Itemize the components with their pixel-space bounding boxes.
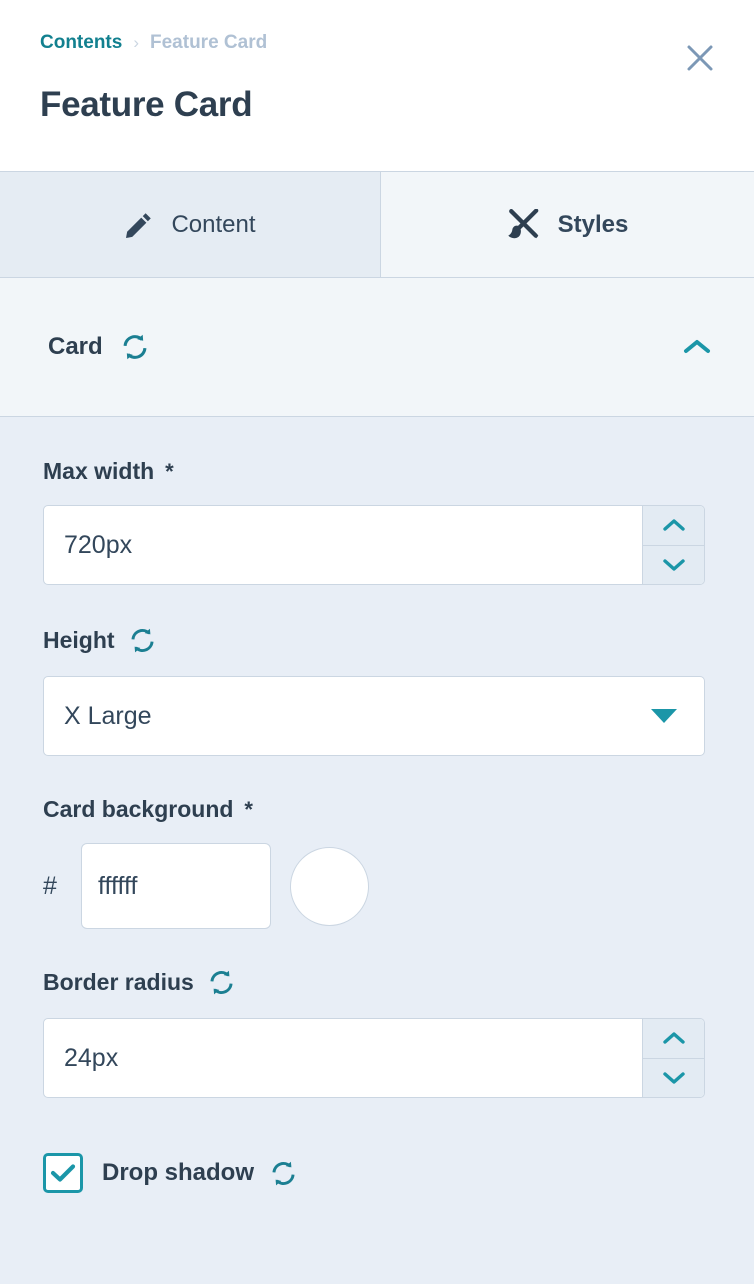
field-max-width: Max width * <box>43 417 711 585</box>
pencil-icon <box>126 212 152 238</box>
max-width-decrement-button[interactable] <box>643 546 704 585</box>
field-max-width-label: Max width * <box>43 460 711 483</box>
section-title: Card <box>48 333 103 360</box>
tab-styles[interactable]: Styles <box>381 172 754 277</box>
chevron-up-icon <box>662 519 685 531</box>
drop-shadow-label: Drop shadow <box>102 1159 255 1186</box>
chevron-up-icon <box>684 340 710 353</box>
field-height: Height X Large <box>43 585 711 756</box>
border-radius-decrement-button[interactable] <box>643 1059 704 1098</box>
field-card-background-label-text: Card background <box>43 796 234 822</box>
section-body-card: Max width * Height <box>0 417 754 1193</box>
field-height-label-text: Height <box>43 627 115 653</box>
page-title: Feature Card <box>40 85 253 124</box>
refresh-icon <box>123 334 147 360</box>
card-background-color-swatch[interactable] <box>290 846 369 926</box>
border-radius-reset-button[interactable] <box>208 969 235 996</box>
field-card-background: Card background * # <box>43 756 711 929</box>
section-reset-button[interactable] <box>121 333 149 361</box>
card-background-input-group: # <box>43 843 711 929</box>
height-select[interactable]: X Large <box>43 676 705 756</box>
refresh-icon <box>272 1161 295 1185</box>
drop-shadow-reset-button[interactable] <box>270 1160 297 1187</box>
checkmark-icon <box>50 1164 76 1182</box>
close-button[interactable] <box>680 38 720 78</box>
field-drop-shadow: Drop shadow <box>43 1153 711 1193</box>
close-icon <box>687 45 713 71</box>
field-max-width-label-text: Max width <box>43 458 155 484</box>
height-reset-button[interactable] <box>129 627 156 654</box>
hex-prefix: # <box>43 871 57 900</box>
field-border-radius-label: Border radius <box>43 969 711 996</box>
breadcrumb: Contents › Feature Card <box>40 30 714 54</box>
max-width-stepper <box>642 506 704 584</box>
field-card-background-label: Card background * <box>43 798 711 821</box>
height-select-value: X Large <box>64 701 152 730</box>
field-border-radius: Border radius <box>43 929 711 1098</box>
refresh-icon <box>131 628 154 653</box>
border-radius-input[interactable] <box>44 1019 642 1097</box>
tab-content[interactable]: Content <box>0 172 381 277</box>
field-border-radius-label-text: Border radius <box>43 969 194 995</box>
required-marker: * <box>165 458 174 484</box>
field-height-label: Height <box>43 627 711 654</box>
chevron-up-icon <box>662 1032 685 1044</box>
border-radius-increment-button[interactable] <box>643 1019 704 1059</box>
tab-styles-label: Styles <box>557 210 629 238</box>
drop-shadow-checkbox[interactable] <box>43 1153 83 1193</box>
max-width-input-group <box>43 505 705 585</box>
chevron-down-icon <box>662 559 685 571</box>
border-radius-input-group <box>43 1018 705 1098</box>
section-header-card[interactable]: Card <box>0 278 754 417</box>
required-marker: * <box>244 796 253 822</box>
panel-header: Contents › Feature Card Feature Card <box>0 0 754 171</box>
breadcrumb-current: Feature Card <box>150 31 268 53</box>
breadcrumb-separator-icon: › <box>133 32 139 52</box>
max-width-increment-button[interactable] <box>643 506 704 546</box>
refresh-icon <box>210 970 233 995</box>
max-width-input[interactable] <box>44 506 642 584</box>
border-radius-stepper <box>642 1019 704 1097</box>
caret-down-icon <box>651 709 677 723</box>
section-collapse-toggle[interactable] <box>678 328 716 366</box>
chevron-down-icon <box>662 1072 685 1084</box>
tab-content-label: Content <box>171 210 256 238</box>
breadcrumb-link-contents[interactable]: Contents <box>40 33 122 52</box>
card-background-hex-input[interactable] <box>81 843 271 929</box>
tab-bar: Content Styles <box>0 171 754 278</box>
paintbrush-icon <box>507 208 538 238</box>
